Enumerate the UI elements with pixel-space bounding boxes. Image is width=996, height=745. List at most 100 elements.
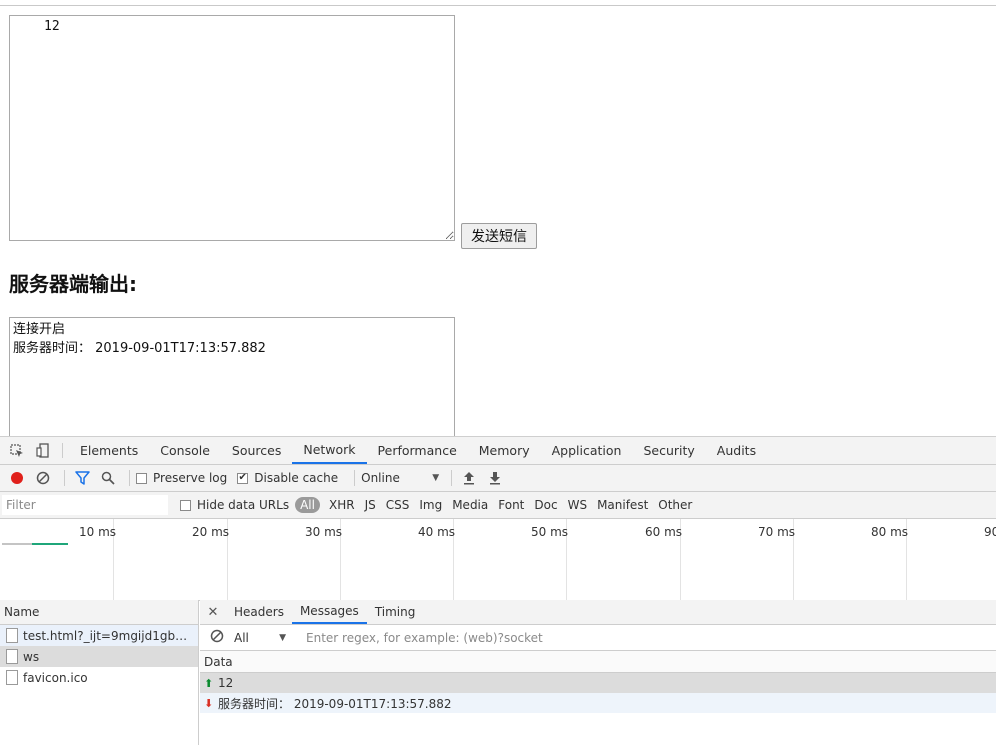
- name-column-header: Name: [4, 605, 40, 619]
- toolbar-separator: [354, 470, 356, 486]
- detail-tab-bar: ✕ Headers Messages Timing: [200, 600, 996, 625]
- export-har-button[interactable]: [484, 467, 506, 489]
- throttling-value: Online: [361, 471, 400, 485]
- filter-icon: [74, 471, 90, 485]
- request-row[interactable]: favicon.ico: [0, 667, 198, 688]
- request-name: favicon.ico: [23, 670, 88, 685]
- type-filter-doc[interactable]: Doc: [529, 498, 562, 512]
- timeline-tick-label: 10 ms: [79, 525, 117, 539]
- request-name: ws: [23, 649, 40, 664]
- filter-input[interactable]: [2, 495, 168, 515]
- message-type-value: All: [234, 630, 249, 645]
- request-list-header[interactable]: Name: [0, 600, 198, 625]
- type-filter-font[interactable]: Font: [493, 498, 529, 512]
- top-divider: [0, 5, 996, 6]
- upload-icon: [464, 472, 475, 485]
- type-filter-css[interactable]: CSS: [381, 498, 415, 512]
- throttling-select[interactable]: Online ▼: [361, 471, 439, 485]
- message-frame-received[interactable]: ⬇ 服务器时间： 2019-09-01T17:13:57.882: [200, 693, 996, 713]
- dropdown-arrow-icon: ▼: [279, 632, 286, 643]
- clear-icon: [36, 471, 50, 485]
- inspect-element-icon[interactable]: [4, 437, 30, 464]
- hide-data-urls-checkbox[interactable]: Hide data URLs: [180, 498, 289, 512]
- message-type-select[interactable]: All ▼: [234, 631, 286, 645]
- data-column-label: Data: [204, 654, 233, 669]
- tab-memory[interactable]: Memory: [468, 437, 541, 464]
- tab-console[interactable]: Console: [149, 437, 221, 464]
- tab-sources[interactable]: Sources: [221, 437, 292, 464]
- checkbox-box[interactable]: [180, 499, 191, 511]
- checkbox-checked-icon[interactable]: ✔: [237, 472, 249, 484]
- disable-cache-checkbox[interactable]: ✔ Disable cache: [237, 471, 338, 485]
- disable-cache-label: Disable cache: [254, 471, 339, 485]
- clear-messages-icon[interactable]: [210, 629, 224, 646]
- preserve-log-checkbox[interactable]: Preserve log: [136, 471, 227, 485]
- timeline-tick-label: 20 ms: [192, 525, 230, 539]
- tab-audits[interactable]: Audits: [706, 437, 767, 464]
- tab-headers[interactable]: Headers: [226, 600, 292, 624]
- timeline-tick-label: 70 ms: [758, 525, 796, 539]
- waterfall-bar: [32, 543, 68, 545]
- tab-timing[interactable]: Timing: [367, 600, 424, 624]
- tab-elements[interactable]: Elements: [69, 437, 149, 464]
- hide-data-urls-label: Hide data URLs: [197, 498, 290, 512]
- type-filter-img[interactable]: Img: [414, 498, 447, 512]
- send-sms-button[interactable]: 发送短信: [461, 223, 537, 249]
- tab-security[interactable]: Security: [632, 437, 705, 464]
- message-frame-sent[interactable]: ⬆ 12: [200, 673, 996, 693]
- arrow-down-icon: ⬇: [204, 696, 214, 710]
- close-icon[interactable]: ✕: [200, 600, 226, 624]
- waterfall-bar: [2, 543, 32, 545]
- document-icon: [6, 628, 18, 643]
- type-filter-js[interactable]: JS: [360, 498, 381, 512]
- type-filter-other[interactable]: Other: [653, 498, 697, 512]
- device-toolbar-icon[interactable]: [30, 437, 56, 464]
- timeline-tick-label: 30 ms: [305, 525, 343, 539]
- document-icon: [6, 670, 18, 685]
- timeline-tick-label: 90: [984, 525, 996, 539]
- network-filter-bar: Hide data URLs All XHR JS CSS Img Media …: [0, 492, 996, 519]
- message-input[interactable]: 12: [9, 15, 455, 241]
- download-icon: [490, 472, 501, 485]
- search-button[interactable]: [97, 467, 119, 489]
- clear-button[interactable]: [32, 467, 54, 489]
- toolbar-separator: [451, 470, 453, 486]
- network-panes: Name test.html?_ijt=9mgijd1gbc27g... ws …: [0, 600, 996, 745]
- type-filter-manifest[interactable]: Manifest: [592, 498, 653, 512]
- frame-data: 服务器时间： 2019-09-01T17:13:57.882: [218, 696, 452, 711]
- request-row[interactable]: test.html?_ijt=9mgijd1gbc27g...: [0, 625, 198, 646]
- server-output-heading: 服务器端输出:: [9, 272, 137, 296]
- tab-messages[interactable]: Messages: [291, 600, 367, 624]
- network-toolbar: Preserve log ✔ Disable cache Online ▼: [0, 465, 996, 492]
- checkbox-box[interactable]: [136, 472, 147, 484]
- type-filter-xhr[interactable]: XHR: [324, 498, 360, 512]
- server-output-line: 连接开启: [13, 322, 66, 337]
- preserve-log-label: Preserve log: [153, 471, 228, 485]
- server-output-box[interactable]: 连接开启 服务器时间： 2019-09-01T17:13:57.882: [9, 317, 455, 447]
- dropdown-arrow-icon: ▼: [432, 473, 440, 483]
- data-column-header[interactable]: Data: [200, 651, 996, 673]
- type-filter-all[interactable]: All: [295, 497, 320, 513]
- devtools-tab-bar: Elements Console Sources Network Perform…: [0, 437, 996, 465]
- record-button[interactable]: [6, 467, 28, 489]
- request-detail-pane: ✕ Headers Messages Timing All ▼ Data ⬆ 1…: [200, 600, 996, 745]
- tab-performance[interactable]: Performance: [367, 437, 468, 464]
- record-icon: [11, 472, 23, 484]
- tab-network[interactable]: Network: [292, 437, 367, 464]
- type-filter-ws[interactable]: WS: [563, 498, 592, 512]
- timeline-tick-label: 80 ms: [871, 525, 909, 539]
- type-filter-media[interactable]: Media: [447, 498, 493, 512]
- tab-application[interactable]: Application: [541, 437, 633, 464]
- messages-filter-bar: All ▼: [200, 625, 996, 651]
- filter-toggle-button[interactable]: [71, 467, 93, 489]
- request-name: test.html?_ijt=9mgijd1gbc27g...: [23, 628, 193, 643]
- search-icon: [101, 471, 115, 485]
- arrow-up-icon: ⬆: [204, 676, 214, 690]
- toolbar-separator: [129, 470, 130, 486]
- message-regex-input[interactable]: [304, 629, 804, 646]
- timeline-tick-label: 60 ms: [645, 525, 683, 539]
- network-overview-timeline[interactable]: 10 ms 20 ms 30 ms 40 ms 50 ms 60 ms 70 m…: [0, 519, 996, 601]
- import-har-button[interactable]: [458, 467, 480, 489]
- request-row[interactable]: ws: [0, 646, 198, 667]
- toolbar-separator: [62, 443, 63, 458]
